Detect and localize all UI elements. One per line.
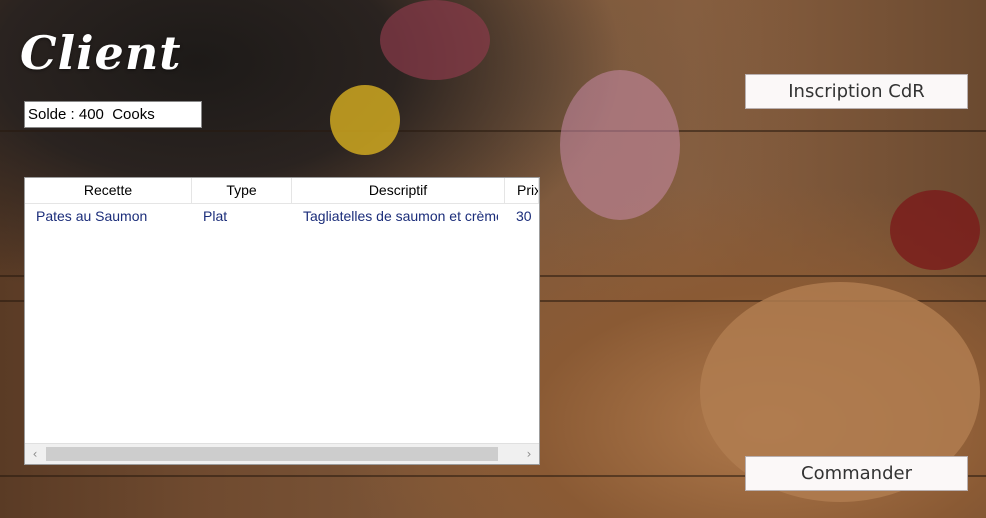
wood-plank-seam (0, 130, 986, 132)
cell-recette: Pates au Saumon (36, 208, 148, 224)
cell-prix: 30 (516, 208, 532, 224)
grapes (380, 0, 490, 80)
scroll-right-icon[interactable]: › (519, 444, 539, 464)
scrollbar-thumb[interactable] (46, 447, 498, 461)
table-header: Recette Type Descriptif Prix (25, 178, 539, 204)
cell-type: Plat (203, 208, 228, 224)
column-header-type[interactable]: Type (192, 178, 292, 203)
sauce-bowl (330, 85, 400, 155)
order-button[interactable]: Commander (745, 456, 968, 491)
register-cdr-button[interactable]: Inscription CdR (745, 74, 968, 109)
recipe-table[interactable]: Recette Type Descriptif Prix Pates au Sa… (24, 177, 540, 465)
flowers (560, 70, 680, 220)
column-header-descriptif[interactable]: Descriptif (292, 178, 505, 203)
horizontal-scrollbar[interactable]: ‹ › (25, 443, 539, 464)
cell-descriptif: Tagliatelles de saumon et crème (303, 208, 498, 224)
column-header-prix[interactable]: Prix (505, 178, 539, 203)
page-title: Client (20, 26, 182, 80)
column-header-recette[interactable]: Recette (25, 178, 192, 203)
wine-glass (890, 190, 980, 270)
scroll-left-icon[interactable]: ‹ (25, 444, 45, 464)
table-row[interactable]: Pates au Saumon Plat Tagliatelles de sau… (25, 204, 539, 228)
balance-field: Solde : 400 Cooks (24, 101, 202, 128)
